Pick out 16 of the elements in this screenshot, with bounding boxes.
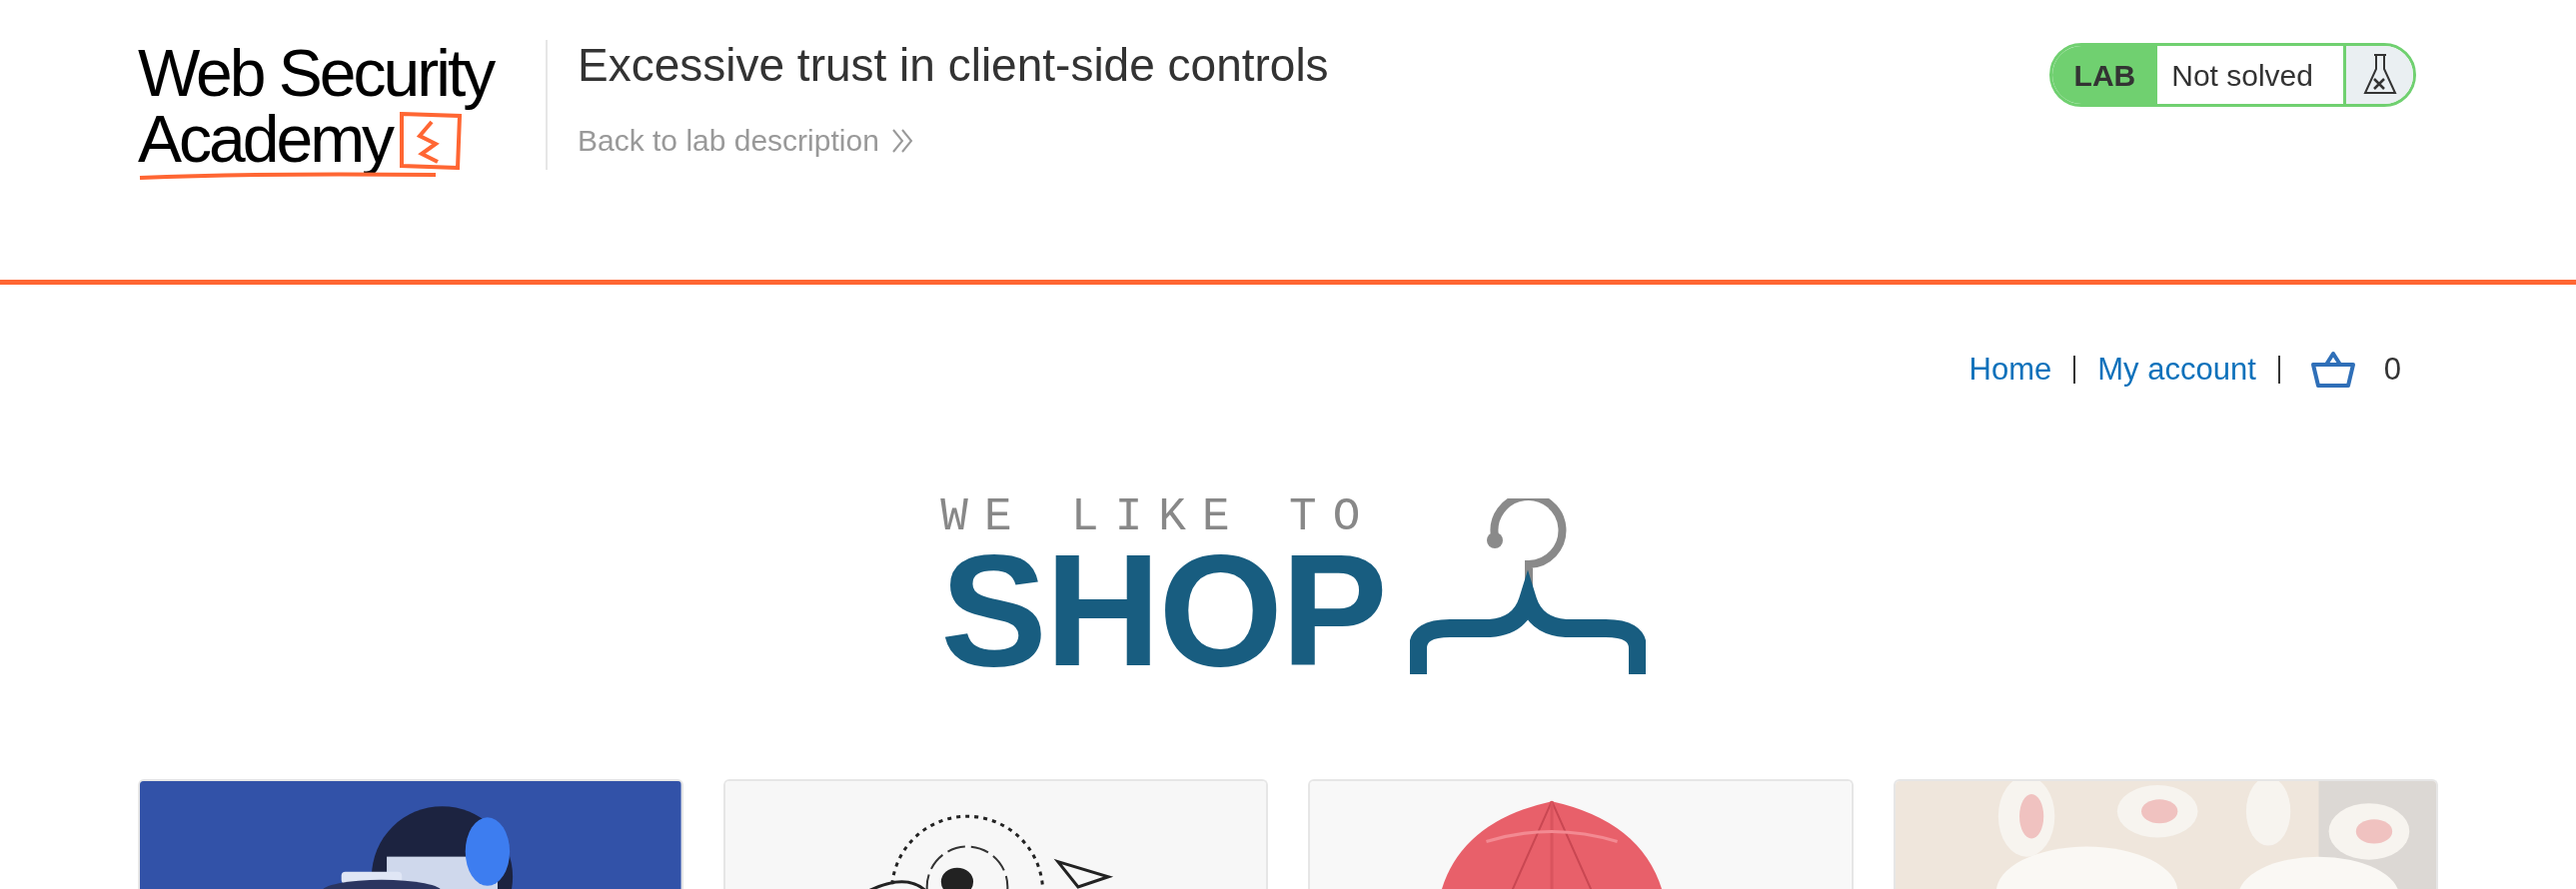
logo-word: SHOP bbox=[940, 539, 1386, 680]
flask-icon bbox=[2362, 53, 2397, 97]
basket-icon bbox=[2309, 351, 2356, 390]
back-link[interactable]: Back to lab description bbox=[578, 118, 2049, 163]
logo-tagline: WE LIKE TO bbox=[940, 493, 1378, 540]
lab-label: LAB bbox=[2051, 46, 2158, 104]
hanger-icon bbox=[1409, 497, 1646, 674]
nav-link[interactable]: My account bbox=[2097, 347, 2256, 394]
logo-text: Academy bbox=[138, 106, 393, 172]
academy-logo[interactable]: Web Security Academy bbox=[138, 40, 538, 185]
logo-mark-icon bbox=[400, 110, 463, 170]
lab-title: Excessive trust in client-side controls bbox=[578, 40, 1330, 90]
cart-count: 0 bbox=[2383, 351, 2401, 389]
cart-link[interactable]: 0 bbox=[2301, 347, 2401, 394]
double-chevron-icon bbox=[890, 127, 913, 154]
nav-link[interactable]: Home bbox=[1968, 347, 2052, 394]
